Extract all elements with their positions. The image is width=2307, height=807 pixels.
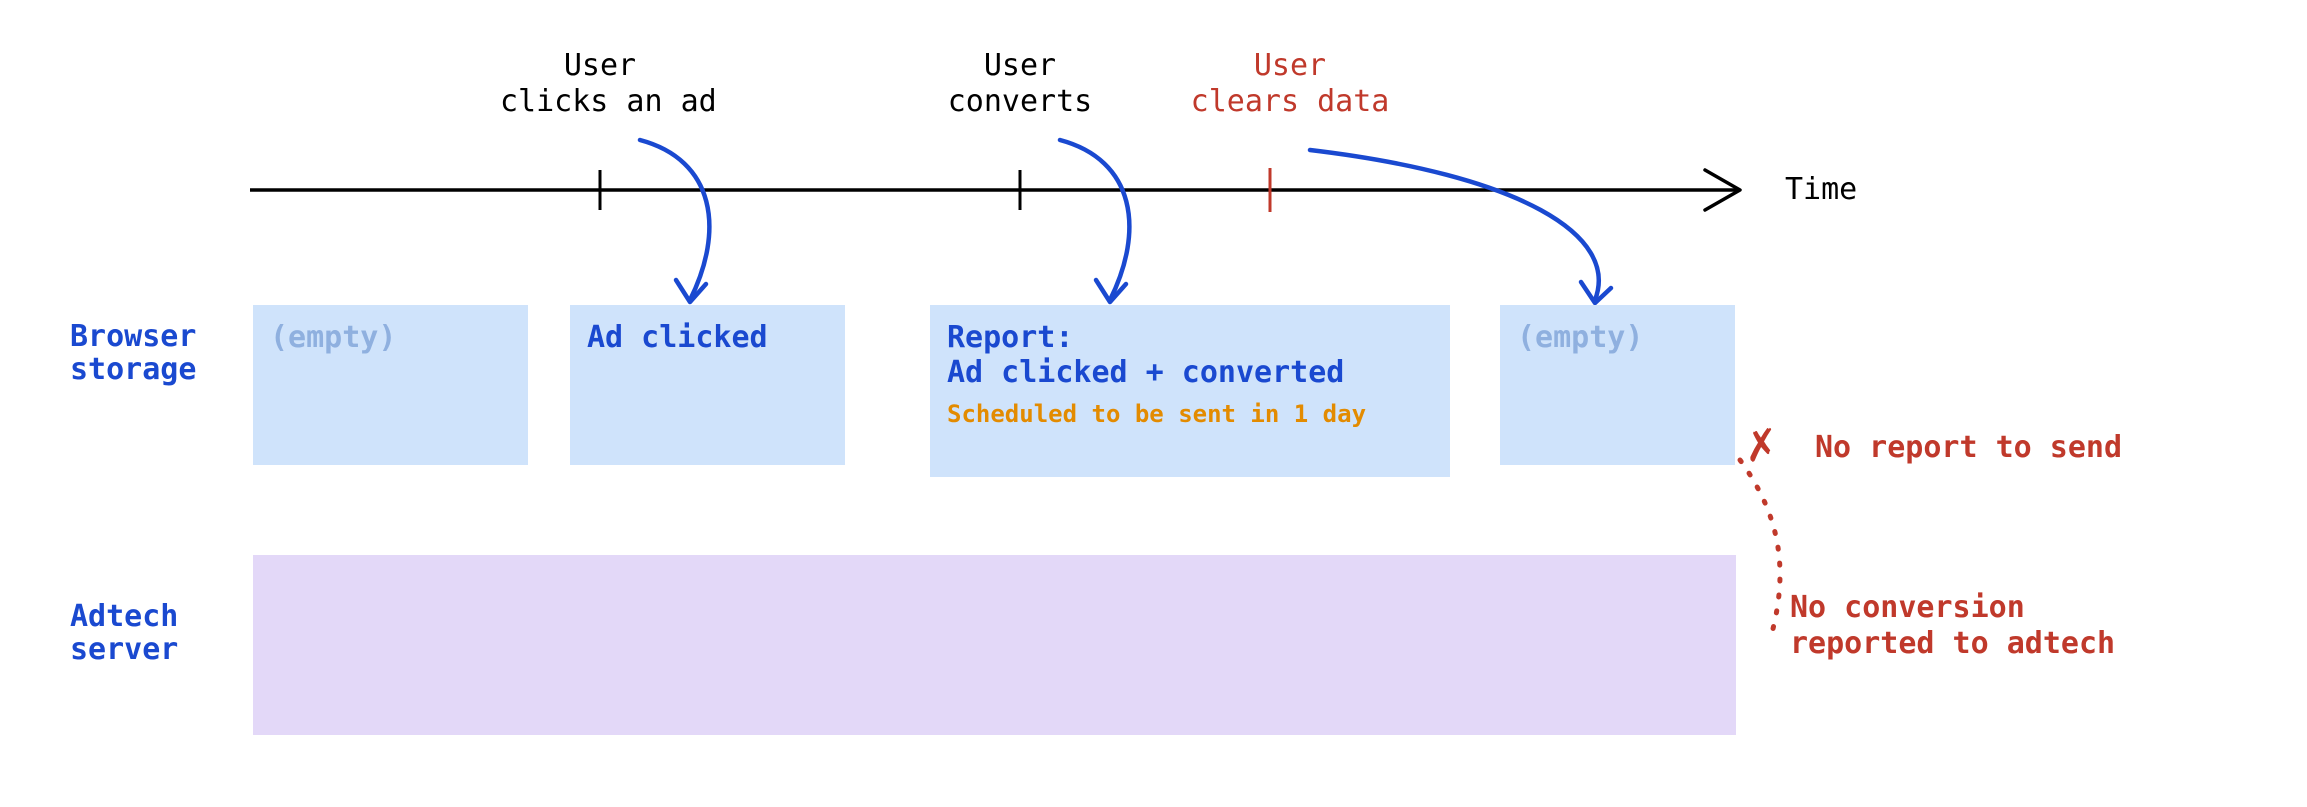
row-label-adtech-server: Adtech server xyxy=(70,600,178,666)
storage-box-3: Report: Ad clicked + converted Scheduled… xyxy=(930,305,1450,477)
adtech-server-box xyxy=(253,555,1736,735)
event-label-clears: User clears data xyxy=(1175,48,1405,120)
storage-box-3-title: Report: xyxy=(947,320,1433,355)
storage-box-2-text: Ad clicked xyxy=(587,320,768,355)
event-label-clicks: User clicks an ad xyxy=(500,48,700,120)
diagram-root: User clicks an ad User converts User cle… xyxy=(0,0,2307,807)
storage-box-1-text: (empty) xyxy=(270,320,396,355)
storage-box-3-body: Ad clicked + converted xyxy=(947,355,1433,390)
storage-box-4-text: (empty) xyxy=(1517,320,1643,355)
storage-box-3-note: Scheduled to be sent in 1 day xyxy=(947,400,1433,428)
note-no-conversion: No conversion reported to adtech xyxy=(1790,590,2115,662)
row-label-browser-storage: Browser storage xyxy=(70,320,196,386)
storage-box-1: (empty) xyxy=(253,305,528,465)
axis-label-time: Time xyxy=(1785,172,1857,207)
storage-box-2: Ad clicked xyxy=(570,305,845,465)
event-label-converts: User converts xyxy=(930,48,1110,120)
note-no-report: No report to send xyxy=(1815,430,2122,466)
storage-box-4: (empty) xyxy=(1500,305,1735,465)
